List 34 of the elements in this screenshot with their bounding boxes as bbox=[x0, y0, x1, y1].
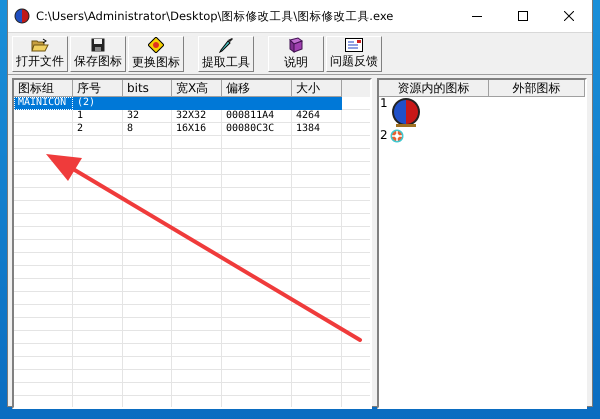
toolbar-button[interactable]: 打开文件 bbox=[12, 36, 68, 72]
toolbar-button[interactable]: 保存图标 bbox=[70, 36, 126, 72]
toolbar-button[interactable]: 问题反馈 bbox=[326, 36, 382, 72]
book-icon bbox=[288, 37, 304, 53]
table-cell-text: (2) bbox=[76, 97, 96, 110]
dropper-icon bbox=[218, 37, 234, 53]
app-icon bbox=[14, 8, 30, 24]
selected-row[interactable]: MAINICON (2) bbox=[14, 97, 342, 110]
column-header[interactable]: 资源内的图标 bbox=[379, 80, 489, 97]
item-number: 1 bbox=[380, 97, 388, 110]
table-cell-text: 8 bbox=[126, 123, 134, 136]
toolbar-button[interactable]: 提取工具 bbox=[198, 36, 254, 72]
orb-icon bbox=[390, 97, 422, 129]
item-number: 2 bbox=[380, 129, 388, 142]
table-cell-text: 1 bbox=[76, 110, 84, 123]
column-header[interactable]: 外部图标 bbox=[489, 80, 585, 97]
table-cell-text: 000811A4 bbox=[225, 110, 276, 123]
message-card-icon bbox=[345, 38, 363, 52]
toolbar-button[interactable]: 说明 bbox=[268, 36, 324, 72]
window-title: C:\Users\Administrator\Desktop\图标修改工具\图标修改工具.exe bbox=[36, 8, 394, 24]
toolbar-button[interactable]: 更换图标 bbox=[128, 36, 184, 72]
table-cell-text: 00080C3C bbox=[225, 123, 276, 136]
maximize-button[interactable] bbox=[518, 11, 528, 21]
close-button[interactable] bbox=[564, 11, 574, 21]
table-cell-text: 1384 bbox=[295, 123, 322, 136]
table-cell-text: 16X16 bbox=[175, 123, 208, 136]
table-cell-text: 4264 bbox=[295, 110, 322, 123]
table-cell-text: 32 bbox=[126, 110, 140, 123]
lifebuoy-icon bbox=[390, 129, 404, 143]
diamond-icon bbox=[148, 37, 164, 53]
table-cell-text: 32X32 bbox=[175, 110, 208, 123]
folder-icon bbox=[31, 38, 49, 52]
table-cell-text: 2 bbox=[76, 123, 84, 136]
table-cell: MAINICON bbox=[14, 97, 73, 110]
